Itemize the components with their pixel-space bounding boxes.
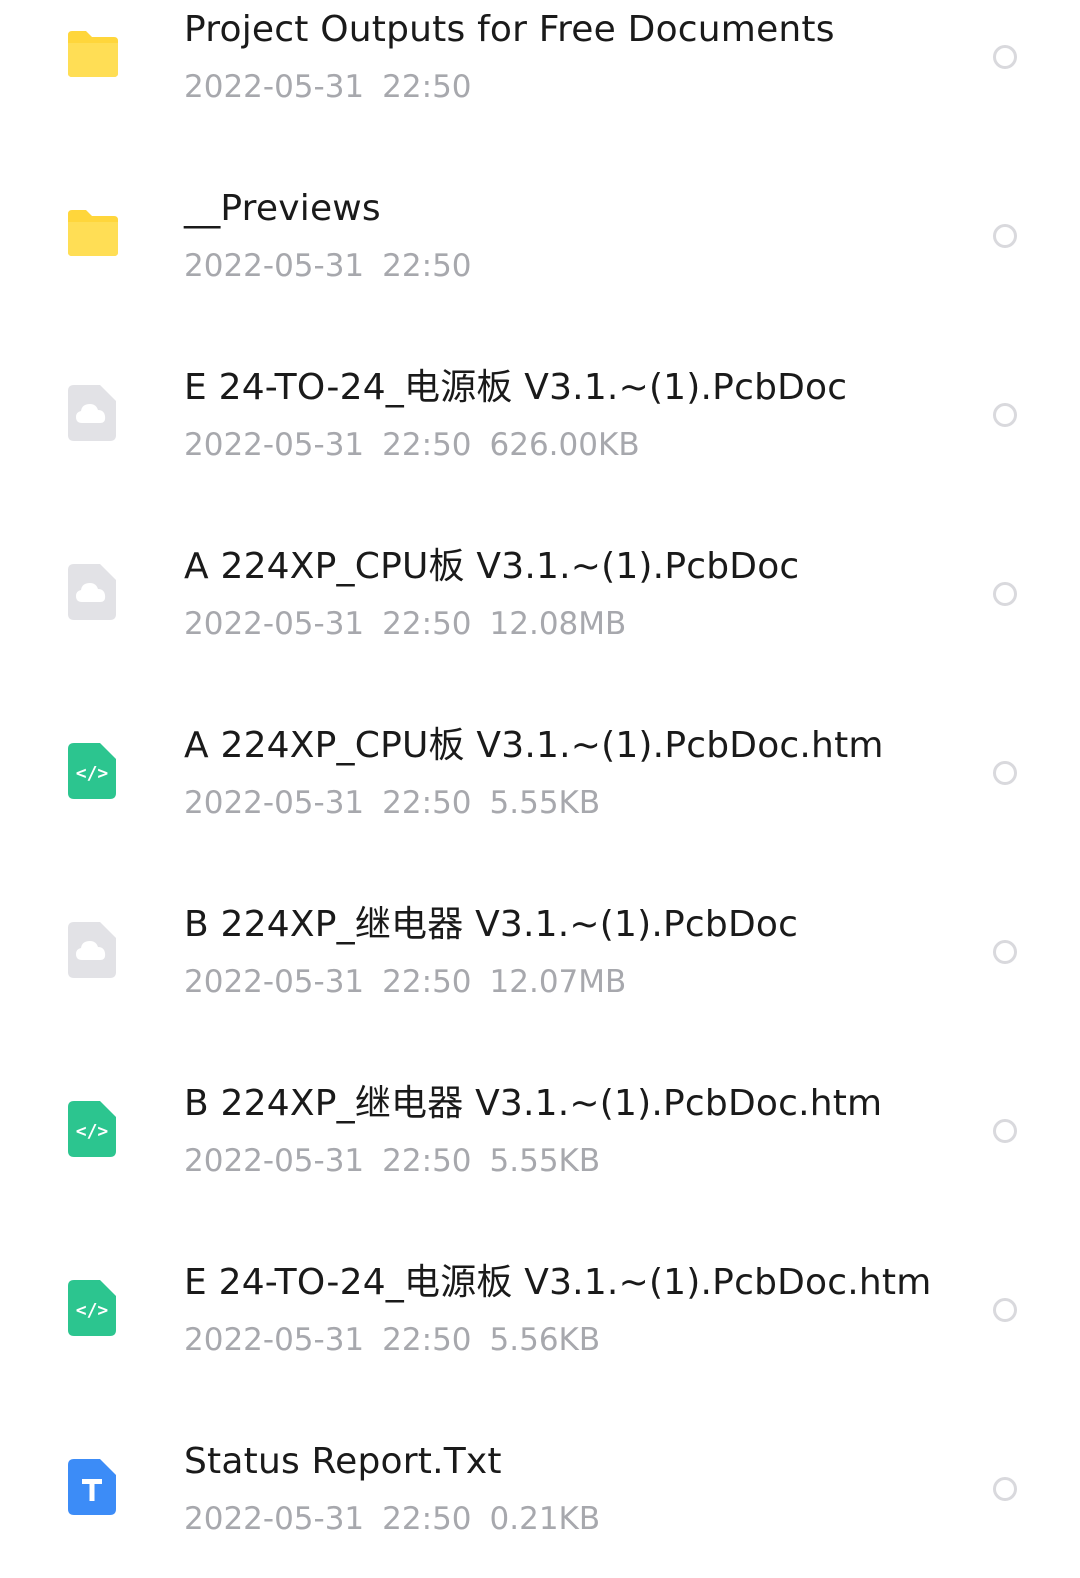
file-meta: 2022-05-31 22:50 5.55KB [184, 1141, 618, 1181]
file-time: 22:50 [382, 1143, 472, 1179]
file-date: 2022-05-31 [184, 785, 365, 821]
file-time: 22:50 [382, 248, 472, 284]
file-date: 2022-05-31 [184, 964, 365, 1000]
select-radio[interactable] [993, 1477, 1017, 1501]
file-size: 5.55KB [489, 785, 601, 821]
select-radio[interactable] [993, 224, 1017, 248]
file-date: 2022-05-31 [184, 1501, 365, 1537]
file-name: __Previews [184, 188, 381, 229]
file-time: 22:50 [382, 69, 472, 105]
file-date: 2022-05-31 [184, 1322, 365, 1358]
file-size: 5.55KB [489, 1143, 601, 1179]
svg-text:</>: </> [76, 1121, 109, 1142]
file-size: 5.56KB [489, 1322, 601, 1358]
file-size: 626.00KB [489, 427, 640, 463]
list-item[interactable]: __Previews 2022-05-31 22:50 [0, 146, 1080, 325]
file-time: 22:50 [382, 785, 472, 821]
html-file-icon: </> [64, 741, 120, 801]
file-date: 2022-05-31 [184, 1143, 365, 1179]
list-item[interactable]: A 224XP_CPU板 V3.1.~(1).PcbDoc 2022-05-31… [0, 504, 1080, 683]
file-time: 22:50 [382, 1501, 472, 1537]
html-file-icon: </> [64, 1099, 120, 1159]
file-meta: 2022-05-31 22:50 [184, 67, 508, 107]
list-item[interactable]: B 224XP_继电器 V3.1.~(1).PcbDoc 2022-05-31 2… [0, 862, 1080, 1041]
file-meta: 2022-05-31 22:50 5.56KB [184, 1320, 618, 1360]
file-meta: 2022-05-31 22:50 12.08MB [184, 604, 644, 644]
folder-icon [64, 208, 120, 268]
svg-text:</>: </> [76, 763, 109, 784]
file-size: 12.08MB [489, 606, 627, 642]
file-date: 2022-05-31 [184, 69, 365, 105]
file-name: Status Report.Txt [184, 1441, 502, 1482]
file-time: 22:50 [382, 427, 472, 463]
file-time: 22:50 [382, 1322, 472, 1358]
file-date: 2022-05-31 [184, 606, 365, 642]
select-radio[interactable] [993, 1119, 1017, 1143]
file-meta: 2022-05-31 22:50 626.00KB [184, 425, 658, 465]
file-time: 22:50 [382, 606, 472, 642]
select-radio[interactable] [993, 761, 1017, 785]
select-radio[interactable] [993, 403, 1017, 427]
file-name: A 224XP_CPU板 V3.1.~(1).PcbDoc.htm [184, 725, 884, 766]
select-radio[interactable] [993, 1298, 1017, 1322]
file-name: E 24-TO-24_电源板 V3.1.~(1).PcbDoc [184, 367, 848, 408]
svg-text:</>: </> [76, 1300, 109, 1321]
select-radio[interactable] [993, 940, 1017, 964]
list-item[interactable]: Status Report.Txt 2022-05-31 22:50 0.21KB [0, 1399, 1080, 1578]
file-time: 22:50 [382, 964, 472, 1000]
file-meta: 2022-05-31 22:50 5.55KB [184, 783, 618, 823]
list-item[interactable]: </> A 224XP_CPU板 V3.1.~(1).PcbDoc.htm 20… [0, 683, 1080, 862]
txt-file-icon [64, 1457, 120, 1517]
cloud-file-icon [64, 920, 120, 980]
cloud-file-icon [64, 383, 120, 443]
file-date: 2022-05-31 [184, 248, 365, 284]
select-radio[interactable] [993, 582, 1017, 606]
file-size: 0.21KB [489, 1501, 601, 1537]
html-file-icon: </> [64, 1278, 120, 1338]
file-name: Project Outputs for Free Documents [184, 9, 835, 50]
file-date: 2022-05-31 [184, 427, 365, 463]
file-meta: 2022-05-31 22:50 0.21KB [184, 1499, 618, 1539]
file-name: A 224XP_CPU板 V3.1.~(1).PcbDoc [184, 546, 800, 587]
file-name: B 224XP_继电器 V3.1.~(1).PcbDoc.htm [184, 1083, 883, 1124]
list-item[interactable]: Project Outputs for Free Documents 2022-… [0, 0, 1080, 146]
list-item[interactable]: </> B 224XP_继电器 V3.1.~(1).PcbDoc.htm 202… [0, 1041, 1080, 1220]
file-meta: 2022-05-31 22:50 [184, 246, 508, 286]
file-size: 12.07MB [489, 964, 627, 1000]
select-radio[interactable] [993, 45, 1017, 69]
list-item[interactable]: </> E 24-TO-24_电源板 V3.1.~(1).PcbDoc.htm … [0, 1220, 1080, 1399]
cloud-file-icon [64, 562, 120, 622]
folder-icon [64, 29, 120, 89]
list-item[interactable]: E 24-TO-24_电源板 V3.1.~(1).PcbDoc 2022-05-… [0, 325, 1080, 504]
file-name: E 24-TO-24_电源板 V3.1.~(1).PcbDoc.htm [184, 1262, 932, 1303]
file-meta: 2022-05-31 22:50 12.07MB [184, 962, 644, 1002]
file-name: B 224XP_继电器 V3.1.~(1).PcbDoc [184, 904, 799, 945]
